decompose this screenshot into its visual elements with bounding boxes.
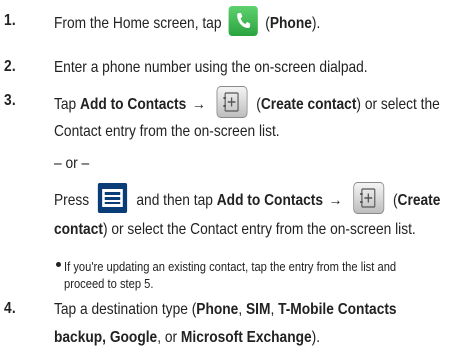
end-text: ). bbox=[311, 329, 321, 346]
step-3-line-2: Contact entry from the on-screen list. bbox=[54, 123, 280, 140]
step-4-text: Tap a destination type ( bbox=[54, 301, 197, 318]
step-1-text: From the Home screen, tap (Phone). bbox=[54, 6, 321, 36]
create-contact-label: Create contact bbox=[260, 96, 357, 114]
phone-icon bbox=[228, 6, 258, 36]
create-contact-icon bbox=[353, 182, 384, 214]
add-to-contacts-label-2: Add to Contacts bbox=[216, 192, 323, 210]
menu-icon bbox=[98, 183, 128, 213]
step-3-line-4: Press and then tap Add to Contacts → (Cr… bbox=[54, 182, 441, 214]
or-select-text: or select the bbox=[364, 96, 440, 114]
create-word: Create bbox=[397, 192, 441, 210]
bullet-dot bbox=[56, 262, 61, 267]
bullet-line-1: If you're updating an existing contact, … bbox=[64, 259, 397, 274]
line-end-text: or select the Contact entry from the on-… bbox=[111, 221, 416, 238]
or-text: , or bbox=[157, 329, 178, 346]
step-4-line-1: Tap a destination type (Phone, SIM, T-Mo… bbox=[54, 300, 397, 320]
paren-close: ) bbox=[102, 221, 108, 238]
step-number: 4. bbox=[4, 300, 16, 317]
step-4-line-2: backup, Google, or Microsoft Exchange). bbox=[54, 328, 320, 348]
phone-option: Phone bbox=[196, 301, 239, 318]
create-contact-icon bbox=[216, 86, 248, 118]
add-to-contacts-label: Add to Contacts bbox=[80, 96, 187, 114]
step-number: 1. bbox=[4, 12, 16, 29]
step-3-line-1: Tap Add to Contacts → (Create contact) o… bbox=[54, 86, 440, 118]
or-separator: – or – bbox=[54, 155, 90, 172]
phone-label: Phone bbox=[269, 15, 312, 33]
step-number: 2. bbox=[4, 58, 16, 75]
step-text: From the Home screen, tap bbox=[54, 15, 222, 33]
arrow-glyph: → bbox=[191, 96, 206, 114]
press-word: Press bbox=[54, 192, 90, 210]
contact-word: contact bbox=[54, 221, 103, 238]
exchange-option: Microsoft Exchange bbox=[180, 329, 312, 346]
backup-google-option: backup, Google bbox=[54, 329, 158, 346]
step-number: 3. bbox=[4, 92, 16, 109]
instruction-document: 1. From the Home screen, tap (Phone). 2.… bbox=[0, 0, 471, 349]
tmobile-option: T-Mobile Contacts bbox=[278, 301, 397, 318]
step-2-text: Enter a phone number using the on-screen… bbox=[54, 59, 368, 76]
step-3-line-5: contact) or select the Contact entry fro… bbox=[54, 220, 416, 240]
tap-word: Tap bbox=[54, 96, 77, 114]
arrow-glyph-2: → bbox=[328, 192, 343, 210]
paren-close: ) bbox=[356, 96, 361, 114]
sim-option: SIM bbox=[245, 301, 271, 318]
paren-close: ). bbox=[311, 15, 321, 33]
comma: , bbox=[270, 301, 279, 318]
bullet-line-2: proceed to step 5. bbox=[64, 276, 154, 291]
and-then-tap-text: and then tap bbox=[136, 192, 213, 210]
